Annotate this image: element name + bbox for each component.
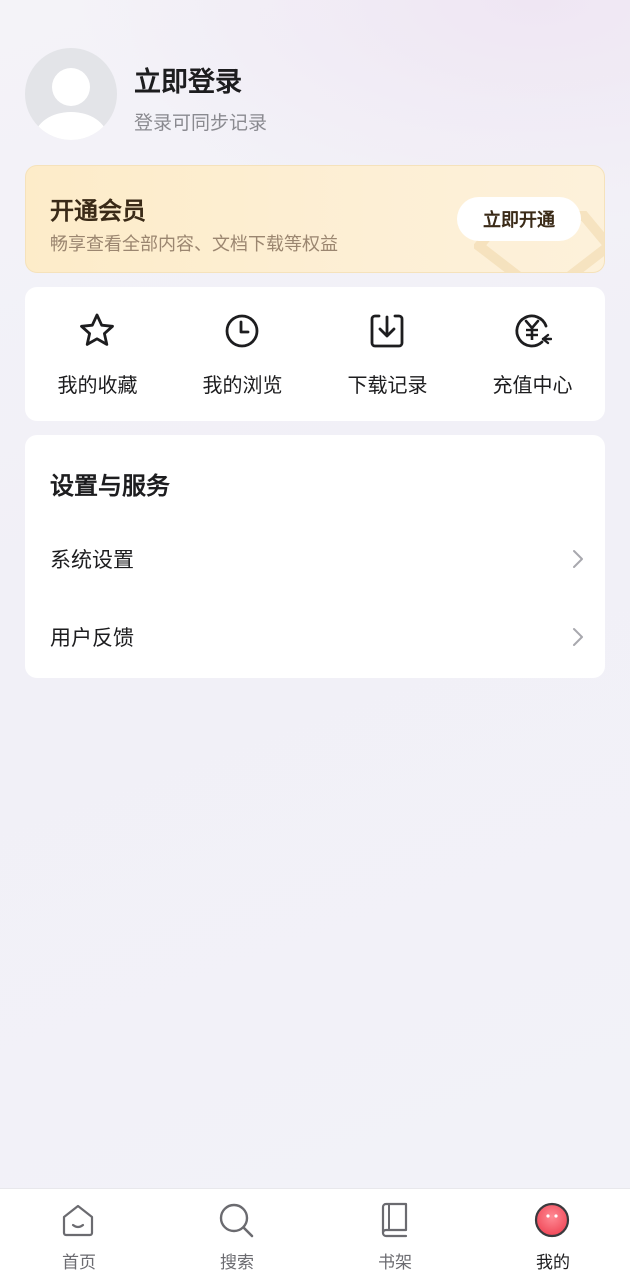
chevron-right-icon (573, 628, 583, 646)
chevron-right-icon (573, 550, 583, 568)
vip-subtitle: 畅享查看全部内容、文档下载等权益 (50, 234, 338, 255)
login-subtitle: 登录可同步记录 (134, 112, 268, 134)
settings-item-feedback[interactable]: 用户反馈 (25, 602, 605, 672)
tab-label: 首页 (62, 1253, 96, 1273)
profile-header[interactable]: 立即登录 登录可同步记录 (25, 48, 605, 140)
action-history[interactable]: 我的浏览 (170, 287, 315, 421)
tab-search[interactable]: 搜索 (158, 1189, 316, 1281)
avatar-head-shape (52, 68, 90, 106)
clock-icon (225, 314, 259, 348)
tab-profile[interactable]: 我的 (474, 1189, 630, 1281)
tab-bookshelf[interactable]: 书架 (316, 1189, 474, 1281)
vip-open-button[interactable]: 立即开通 (457, 197, 581, 241)
book-icon (381, 1202, 408, 1238)
settings-item-label: 系统设置 (50, 548, 134, 572)
tab-home[interactable]: 首页 (0, 1189, 158, 1281)
tab-label: 书架 (378, 1253, 412, 1273)
settings-card: 设置与服务 系统设置 用户反馈 (25, 435, 605, 678)
action-favorites[interactable]: 我的收藏 (25, 287, 170, 421)
action-label: 我的浏览 (202, 373, 283, 397)
avatar-body-shape (35, 112, 107, 140)
home-icon (62, 1204, 94, 1237)
yuan-icon (515, 314, 552, 348)
avatar[interactable] (25, 48, 117, 140)
settings-item-system[interactable]: 系统设置 (25, 524, 605, 594)
action-label: 我的收藏 (57, 373, 138, 397)
vip-banner[interactable]: 开通会员 畅享查看全部内容、文档下载等权益 立即开通 (25, 165, 605, 273)
vip-title: 开通会员 (50, 197, 146, 225)
download-icon (370, 314, 404, 348)
action-recharge[interactable]: 充值中心 (460, 287, 605, 421)
action-label: 下载记录 (347, 373, 428, 397)
profile-icon (534, 1202, 570, 1238)
action-label: 充值中心 (492, 373, 573, 397)
star-icon (80, 313, 114, 346)
login-title[interactable]: 立即登录 (134, 60, 242, 99)
action-downloads[interactable]: 下载记录 (315, 287, 460, 421)
settings-item-label: 用户反馈 (50, 626, 134, 650)
settings-title: 设置与服务 (50, 472, 170, 500)
tab-label: 搜索 (220, 1253, 254, 1273)
quick-actions: 我的收藏 我的浏览 下载记录 充值中心 (25, 287, 605, 421)
bottom-tab-bar: 首页 搜索 书架 我的 (0, 1188, 630, 1281)
tab-label: 我的 (536, 1253, 570, 1273)
search-icon (219, 1203, 254, 1238)
